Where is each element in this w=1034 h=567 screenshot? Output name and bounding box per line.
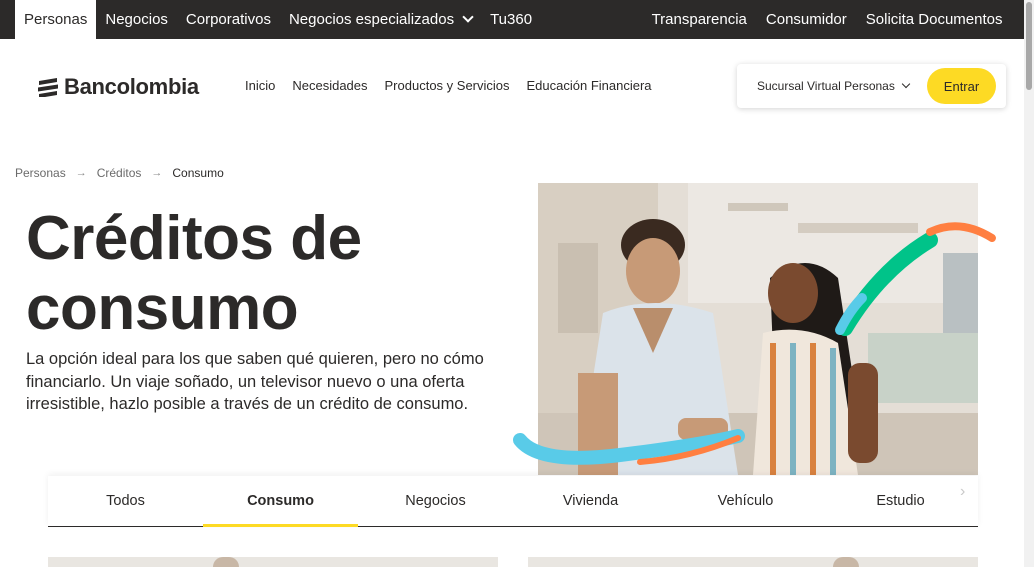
- page-title: Créditos de consumo: [26, 204, 506, 344]
- tab-consumo[interactable]: Consumo: [203, 476, 358, 527]
- bancolombia-logo[interactable]: Bancolombia: [37, 74, 199, 100]
- logo-wordmark: Bancolombia: [64, 74, 199, 99]
- tab-label: Consumo: [247, 493, 314, 509]
- scrollbar-thumb[interactable]: [1026, 2, 1032, 90]
- nav-educacion-financiera[interactable]: Educación Financiera: [527, 78, 652, 93]
- segment-label: Negocios especializados: [288, 11, 455, 28]
- breadcrumb-personas[interactable]: Personas: [15, 166, 66, 180]
- hero-photo: [538, 183, 978, 475]
- tab-label: Vivienda: [562, 493, 619, 509]
- tab-label: Todos: [106, 493, 145, 509]
- nav-necesidades[interactable]: Necesidades: [292, 78, 367, 93]
- segment-label: Personas: [24, 11, 88, 28]
- tab-negocios[interactable]: Negocios: [358, 476, 513, 526]
- tab-todos[interactable]: Todos: [48, 476, 203, 526]
- tab-label: Negocios: [405, 493, 466, 509]
- credit-type-tabs: Todos Consumo Negocios Vivienda Vehículo…: [48, 476, 978, 527]
- product-card-image[interactable]: [48, 557, 498, 567]
- main-nav: Inicio Necesidades Productos y Servicios…: [245, 78, 669, 93]
- link-label: Solicita Documentos: [865, 11, 1003, 28]
- card-photo-detail: [833, 557, 859, 567]
- chevron-down-icon: [462, 11, 474, 23]
- segment-tu360[interactable]: Tu360: [481, 0, 541, 39]
- link-consumidor[interactable]: Consumidor: [756, 11, 856, 28]
- segment-negocios[interactable]: Negocios: [96, 0, 177, 39]
- hero-description: La opción ideal para los que saben qué q…: [26, 350, 484, 413]
- tab-label: Estudio: [876, 493, 925, 509]
- utility-links: Transparencia Consumidor Solicita Docume…: [642, 0, 1024, 39]
- entrar-button[interactable]: Entrar: [927, 68, 996, 104]
- card-photo-detail: [213, 557, 239, 567]
- segment-label: Tu360: [490, 11, 533, 28]
- page-title-line2: consumo: [26, 274, 299, 343]
- login-box: Sucursal Virtual Personas Entrar: [737, 64, 1006, 108]
- segment-tabs: Personas Negocios Corporativos Negocios …: [0, 0, 541, 39]
- bancolombia-logo-icon: [38, 78, 58, 97]
- nav-inicio[interactable]: Inicio: [245, 78, 275, 93]
- tab-vehiculo[interactable]: Vehículo: [668, 476, 823, 526]
- page-scrollbar[interactable]: [1024, 0, 1034, 567]
- breadcrumb-creditos[interactable]: Créditos: [97, 166, 142, 180]
- nav-productos-servicios[interactable]: Productos y Servicios: [385, 78, 510, 93]
- tab-label: Vehículo: [717, 493, 774, 509]
- arrow-right-icon: →: [75, 167, 87, 179]
- link-solicita-documentos[interactable]: Solicita Documentos: [856, 11, 1012, 28]
- segment-bar: Personas Negocios Corporativos Negocios …: [0, 0, 1024, 39]
- chevron-down-icon: [901, 79, 911, 89]
- breadcrumb: Personas → Créditos → Consumo: [15, 166, 224, 180]
- hero-photo-illustration: [538, 183, 978, 475]
- segment-label: Corporativos: [185, 11, 271, 28]
- arrow-right-icon: →: [151, 167, 163, 179]
- sucursal-select-label: Sucursal Virtual Personas: [757, 79, 895, 93]
- link-transparencia[interactable]: Transparencia: [642, 11, 756, 28]
- page-title-line1: Créditos de: [26, 204, 362, 273]
- chevron-right-icon[interactable]: ›: [960, 483, 965, 501]
- tab-estudio[interactable]: Estudio: [823, 476, 978, 526]
- segment-negocios-especializados[interactable]: Negocios especializados: [280, 0, 481, 39]
- segment-label: Negocios: [105, 11, 168, 28]
- link-label: Consumidor: [765, 11, 847, 28]
- main-header: Bancolombia Inicio Necesidades Productos…: [0, 39, 1024, 131]
- sucursal-select[interactable]: Sucursal Virtual Personas: [757, 79, 911, 93]
- link-label: Transparencia: [651, 11, 747, 28]
- tab-vivienda[interactable]: Vivienda: [513, 476, 668, 526]
- product-card-image[interactable]: [528, 557, 978, 567]
- breadcrumb-consumo: Consumo: [172, 166, 224, 180]
- segment-personas[interactable]: Personas: [15, 0, 97, 39]
- segment-corporativos[interactable]: Corporativos: [177, 0, 280, 39]
